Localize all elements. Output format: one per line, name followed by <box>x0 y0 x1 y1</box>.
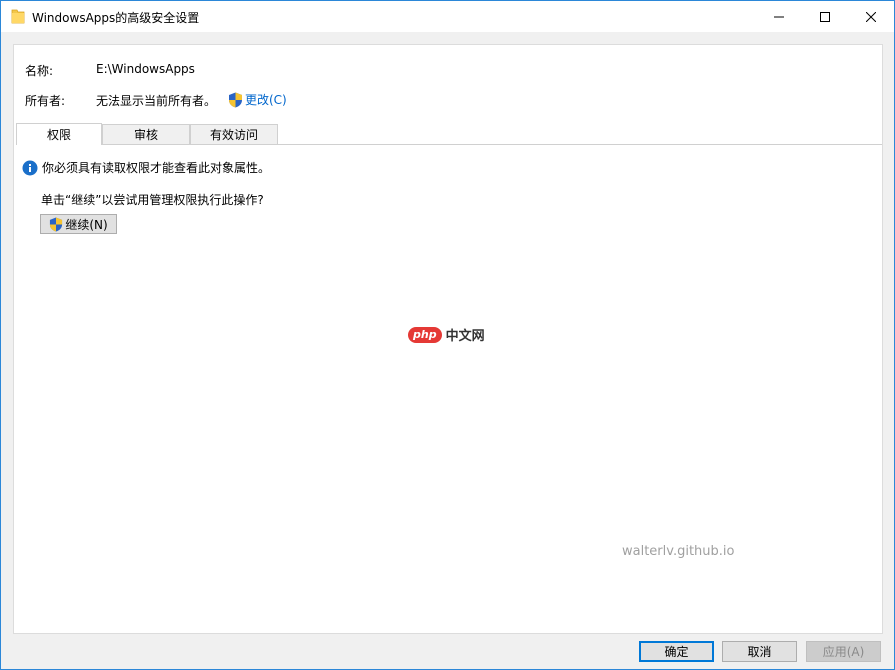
settings-panel: 名称: E:\WindowsApps 所有者: 无法显示当前所有者。 更改(C)… <box>13 44 883 634</box>
uac-shield-icon <box>229 92 242 107</box>
tab-divider <box>102 144 882 145</box>
minimize-icon <box>774 16 784 17</box>
cancel-button[interactable]: 取消 <box>722 641 797 662</box>
ok-label: 确定 <box>664 645 689 659</box>
close-button[interactable] <box>848 1 894 32</box>
maximize-button[interactable] <box>802 1 848 32</box>
folder-icon <box>11 8 25 24</box>
owner-label: 所有者: <box>25 94 66 108</box>
uac-shield-icon <box>50 217 63 231</box>
github-watermark: walterlv.github.io <box>622 544 735 559</box>
info-icon <box>22 160 38 175</box>
minimize-button[interactable] <box>756 1 802 32</box>
maximize-icon <box>820 11 830 22</box>
php-badge: php <box>408 326 442 343</box>
apply-label: 应用(A) <box>822 645 865 659</box>
tab-effective-access[interactable]: 有效访问 <box>190 124 278 144</box>
continue-label: 继续(N) <box>65 217 108 232</box>
info-message: 你必须具有读取权限才能查看此对象属性。 <box>42 161 271 175</box>
apply-button: 应用(A) <box>806 641 881 662</box>
title-bar[interactable]: WindowsApps的高级安全设置 <box>1 1 894 32</box>
change-link-label: 更改(C) <box>245 93 287 107</box>
php-watermark-text: 中文网 <box>445 329 485 344</box>
owner-value: 无法显示当前所有者。 <box>96 94 217 108</box>
tab-auditing[interactable]: 审核 <box>102 124 190 144</box>
php-watermark: php 中文网 <box>408 325 485 344</box>
window-title: WindowsApps的高级安全设置 <box>32 11 200 25</box>
tab-label: 有效访问 <box>209 128 258 142</box>
dialog-window: WindowsApps的高级安全设置 名称: E:\WindowsApps 所有… <box>0 0 895 670</box>
continue-button[interactable]: 继续(N) <box>40 214 117 234</box>
tab-label: 审核 <box>133 128 158 142</box>
tab-label: 权限 <box>46 128 71 142</box>
name-value: E:\WindowsApps <box>96 62 195 76</box>
ok-button[interactable]: 确定 <box>639 641 714 662</box>
close-icon <box>866 11 876 22</box>
name-label: 名称: <box>25 64 54 78</box>
tab-permissions[interactable]: 权限 <box>16 123 102 145</box>
change-owner-link[interactable]: 更改(C) <box>228 91 287 108</box>
cancel-label: 取消 <box>747 645 772 659</box>
elevation-prompt: 单击“继续”以尝试用管理权限执行此操作? <box>41 193 264 207</box>
info-row: 你必须具有读取权限才能查看此对象属性。 <box>22 159 270 176</box>
